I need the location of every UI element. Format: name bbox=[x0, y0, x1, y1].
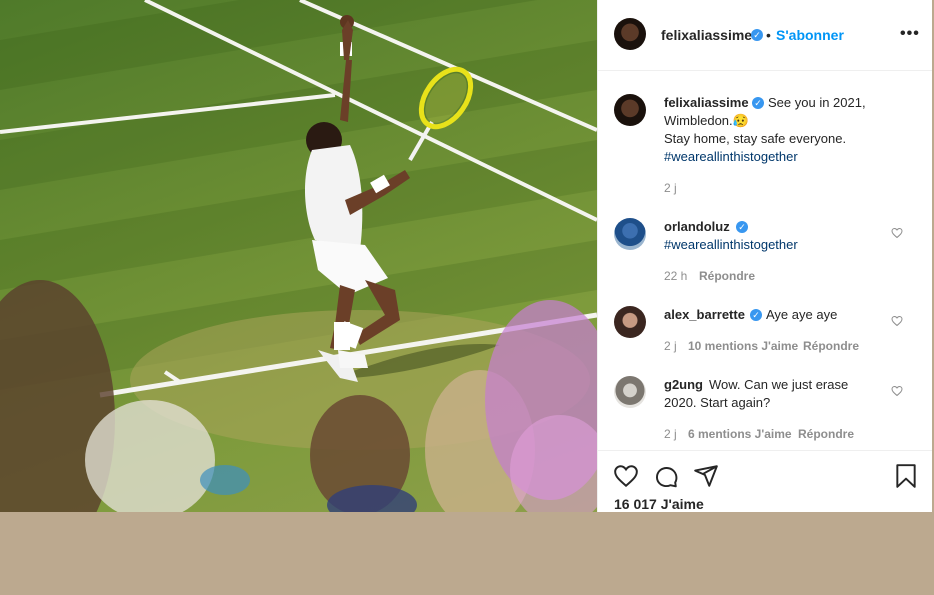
post-side-panel: felixaliassime ✓ • S'abonner ••• felixal… bbox=[597, 0, 932, 512]
comment-hashtag[interactable]: #weareallinthistogether bbox=[664, 236, 798, 254]
reply-button[interactable]: Répondre bbox=[798, 427, 854, 441]
post-photo[interactable] bbox=[0, 0, 597, 512]
comment-like-heart-icon[interactable] bbox=[891, 227, 903, 239]
comment-text-1: Wow. Can we just erase bbox=[709, 377, 849, 392]
post-header: felixaliassime ✓ • S'abonner ••• bbox=[598, 0, 932, 71]
author-avatar[interactable] bbox=[614, 18, 646, 50]
verified-badge-icon: ✓ bbox=[751, 29, 763, 41]
comment-like-heart-icon[interactable] bbox=[891, 385, 903, 397]
comment-avatar[interactable] bbox=[614, 218, 646, 250]
comment-avatar[interactable] bbox=[614, 376, 646, 408]
comment-likes-count[interactable]: 6 mentions J'aime bbox=[688, 427, 792, 441]
comments-list[interactable]: felixaliassime ✓ See you in 2021, Wimble… bbox=[598, 71, 932, 449]
tennis-photo-illustration bbox=[0, 0, 597, 512]
comment-username-wrap: orlandoluz bbox=[664, 218, 730, 236]
comment-like-heart-icon[interactable] bbox=[891, 315, 903, 327]
page-background-strip bbox=[0, 512, 934, 595]
caption-avatar[interactable] bbox=[614, 94, 646, 126]
reply-button[interactable]: Répondre bbox=[699, 269, 755, 283]
verified-badge-icon: ✓ bbox=[750, 309, 762, 321]
heart-icon[interactable] bbox=[613, 463, 639, 489]
follow-button[interactable]: S'abonner bbox=[776, 27, 844, 43]
comment-username[interactable]: orlandoluz bbox=[664, 219, 730, 234]
caption-timestamp[interactable]: 2 j bbox=[664, 181, 677, 195]
comment-likes-count[interactable]: 10 mentions J'aime bbox=[688, 339, 798, 353]
comment-username-wrap: alex_barrette bbox=[664, 306, 745, 324]
comment-username[interactable]: alex_barrette bbox=[664, 307, 745, 322]
comment-timestamp[interactable]: 2 j bbox=[664, 339, 677, 353]
bookmark-icon[interactable] bbox=[893, 463, 919, 489]
reply-button[interactable]: Répondre bbox=[803, 339, 859, 353]
post-actions-bar: 16 017 J'aime bbox=[598, 450, 932, 512]
caption-text-3: Stay home, stay safe everyone. bbox=[664, 131, 847, 146]
share-icon[interactable] bbox=[693, 463, 719, 489]
comment-text-2: 2020. Start again? bbox=[664, 395, 771, 410]
caption-hashtag[interactable]: #weareallinthistogether bbox=[664, 148, 798, 166]
caption-username[interactable]: felixaliassime bbox=[664, 95, 749, 110]
caption-text-2: Wimbledon.😥 bbox=[664, 113, 749, 128]
verified-badge-icon: ✓ bbox=[736, 221, 748, 233]
likes-count[interactable]: 16 017 J'aime bbox=[614, 496, 704, 512]
separator-dot: • bbox=[766, 27, 771, 43]
comment-avatar[interactable] bbox=[614, 306, 646, 338]
comment-icon[interactable] bbox=[653, 463, 679, 489]
caption-text-1: See you in 2021, bbox=[768, 95, 866, 110]
comment-timestamp[interactable]: 22 h bbox=[664, 269, 687, 283]
comment-username-wrap: g2ung bbox=[664, 376, 703, 394]
comment-timestamp[interactable]: 2 j bbox=[664, 427, 677, 441]
caption-line-1: felixaliassime bbox=[664, 94, 749, 112]
more-options-icon[interactable]: ••• bbox=[900, 25, 920, 43]
verified-badge-icon: ✓ bbox=[752, 97, 764, 109]
author-username[interactable]: felixaliassime bbox=[661, 27, 752, 43]
comment-username[interactable]: g2ung bbox=[664, 377, 703, 392]
instagram-post: felixaliassime ✓ • S'abonner ••• felixal… bbox=[0, 0, 932, 512]
comment-text: Aye aye aye bbox=[766, 307, 838, 322]
